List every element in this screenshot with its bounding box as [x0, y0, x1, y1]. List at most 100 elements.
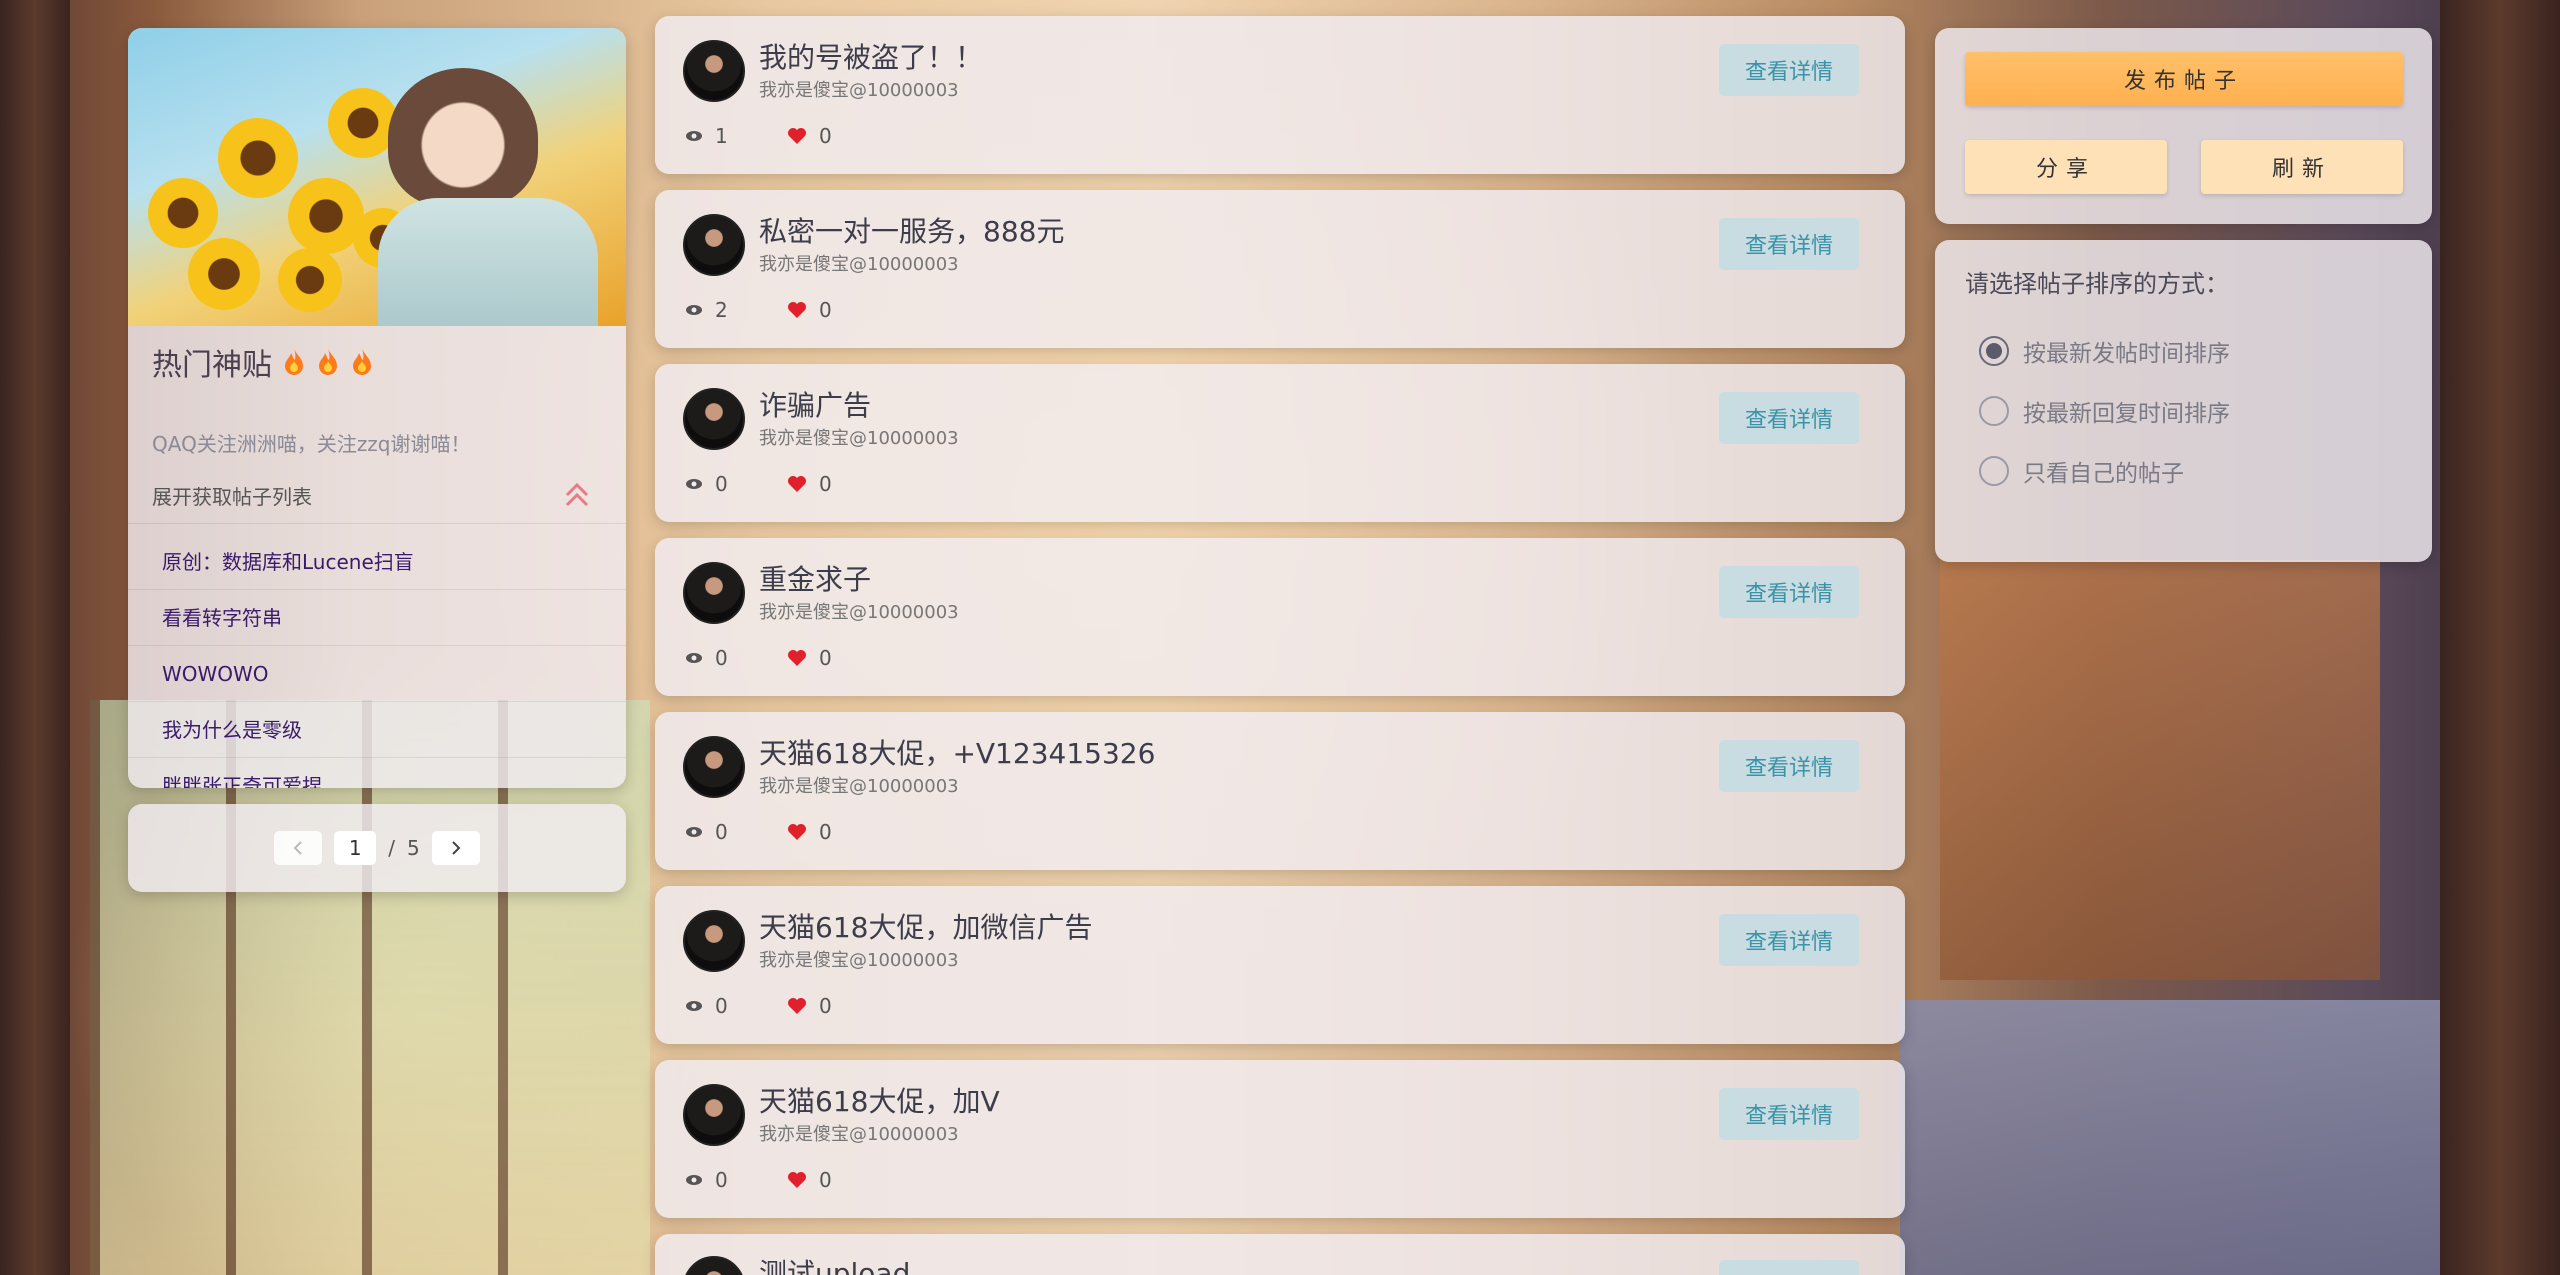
post-card: 天猫618大促，+V123415326 我亦是傻宝@10000003 0 0 查… [655, 712, 1905, 870]
view-detail-button[interactable]: 查看详情 [1719, 44, 1859, 96]
publish-post-button[interactable]: 发布帖子 [1965, 52, 2403, 106]
heart-icon[interactable] [787, 301, 807, 319]
current-page[interactable]: 1 [334, 831, 377, 865]
sort-title: 请选择帖子排序的方式： [1965, 270, 2229, 298]
view-detail-button[interactable]: 查看详情 [1719, 392, 1859, 444]
sort-option-label: 按最新回复时间排序 [2023, 401, 2230, 427]
post-card: 测试upload 查看详情 [655, 1234, 1905, 1275]
post-card: 私密一对一服务，888元 我亦是傻宝@10000003 2 0 查看详情 [655, 190, 1905, 348]
pagination: 1 / 5 [128, 804, 626, 892]
hot-post-item[interactable]: 我为什么是零级 [128, 702, 626, 758]
like-count-value: 0 [819, 472, 832, 496]
sort-options-card: 请选择帖子排序的方式： 按最新发帖时间排序 按最新回复时间排序 只看自己的帖子 [1935, 240, 2432, 562]
view-detail-button[interactable]: 查看详情 [1719, 740, 1859, 792]
like-count-value: 0 [819, 124, 832, 148]
avatar[interactable] [683, 736, 745, 798]
hot-title-text: 热门神贴 [152, 348, 272, 383]
view-detail-button[interactable]: 查看详情 [1719, 1260, 1859, 1275]
hot-post-item[interactable]: 原创：数据库和Lucene扫盲 [128, 534, 626, 590]
background-pillar-right [2440, 0, 2560, 1275]
heart-icon[interactable] [787, 997, 807, 1015]
refresh-button[interactable]: 刷新 [2201, 140, 2403, 194]
hot-post-item[interactable]: WOWOWO [128, 646, 626, 702]
sort-option-newest-post[interactable]: 按最新发帖时间排序 [1979, 334, 2230, 368]
view-count-value: 1 [715, 124, 728, 148]
sort-option-newest-reply[interactable]: 按最新回复时间排序 [1979, 394, 2230, 428]
post-title[interactable]: 天猫618大促，+V123415326 [759, 732, 1155, 772]
post-title[interactable]: 测试upload [759, 1252, 910, 1275]
double-chevron-up-icon [565, 482, 589, 506]
sort-option-own-posts[interactable]: 只看自己的帖子 [1979, 454, 2184, 488]
post-author: 我亦是傻宝@10000003 [759, 428, 959, 449]
view-detail-button[interactable]: 查看详情 [1719, 1088, 1859, 1140]
page-separator: / [388, 836, 395, 860]
view-count: 0 [685, 820, 728, 844]
view-count-value: 0 [715, 994, 728, 1018]
chevron-left-icon [293, 841, 302, 855]
hot-post-item[interactable]: 胖胖张正奇可爱捏 [128, 758, 626, 788]
like-count-value: 0 [819, 298, 832, 322]
expand-label: 展开获取帖子列表 [152, 485, 312, 509]
view-count: 0 [685, 472, 728, 496]
heart-icon[interactable] [787, 1171, 807, 1189]
heart-icon[interactable] [787, 475, 807, 493]
eye-icon [686, 1175, 702, 1185]
expand-post-list-toggle[interactable]: 展开获取帖子列表 [128, 468, 626, 524]
post-author: 我亦是傻宝@10000003 [759, 776, 959, 797]
post-title[interactable]: 天猫618大促，加微信广告 [759, 906, 1092, 946]
prev-page-button[interactable] [274, 831, 323, 865]
view-count: 0 [685, 646, 728, 670]
post-card: 重金求子 我亦是傻宝@10000003 0 0 查看详情 [655, 538, 1905, 696]
eye-icon [686, 827, 702, 837]
like-count-value: 0 [819, 820, 832, 844]
eye-icon [686, 131, 702, 141]
heart-icon[interactable] [787, 649, 807, 667]
like-count-value: 0 [819, 994, 832, 1018]
view-count: 1 [685, 124, 728, 148]
chevron-right-icon [452, 841, 461, 855]
post-card: 天猫618大促，加V 我亦是傻宝@10000003 0 0 查看详情 [655, 1060, 1905, 1218]
post-card: 天猫618大促，加微信广告 我亦是傻宝@10000003 0 0 查看详情 [655, 886, 1905, 1044]
background-pillar-left [0, 0, 70, 1275]
view-count: 2 [685, 298, 728, 322]
total-pages: 5 [407, 836, 420, 860]
view-count-value: 0 [715, 646, 728, 670]
view-detail-button[interactable]: 查看详情 [1719, 914, 1859, 966]
avatar[interactable] [683, 562, 745, 624]
avatar[interactable] [683, 1084, 745, 1146]
hot-title: 热门神贴 [152, 340, 374, 384]
hot-subtitle: QAQ关注洲洲喵，关注zzq谢谢喵！ [152, 432, 471, 456]
heart-icon[interactable] [787, 823, 807, 841]
avatar[interactable] [683, 40, 745, 102]
post-title[interactable]: 私密一对一服务，888元 [759, 210, 1064, 250]
avatar[interactable] [683, 388, 745, 450]
post-title[interactable]: 诈骗广告 [759, 384, 871, 424]
view-count: 0 [685, 1168, 728, 1192]
radio-button[interactable] [1979, 336, 2009, 366]
fire-icon [353, 348, 371, 375]
like-count: 0 [787, 298, 832, 322]
like-count: 0 [787, 472, 832, 496]
share-button[interactable]: 分享 [1965, 140, 2167, 194]
eye-icon [686, 479, 702, 489]
eye-icon [686, 653, 702, 663]
view-count: 0 [685, 994, 728, 1018]
background-shelf [1940, 560, 2380, 980]
next-page-button[interactable] [431, 831, 480, 865]
post-title[interactable]: 重金求子 [759, 558, 871, 598]
like-count: 0 [787, 820, 832, 844]
view-count-value: 0 [715, 820, 728, 844]
avatar[interactable] [683, 1256, 745, 1275]
post-title[interactable]: 我的号被盗了！！ [759, 36, 983, 76]
post-title[interactable]: 天猫618大促，加V [759, 1080, 1000, 1120]
avatar[interactable] [683, 214, 745, 276]
view-detail-button[interactable]: 查看详情 [1719, 566, 1859, 618]
radio-button[interactable] [1979, 456, 2009, 486]
hot-post-item[interactable]: 看看转字符串 [128, 590, 626, 646]
avatar[interactable] [683, 910, 745, 972]
heart-icon[interactable] [787, 127, 807, 145]
sort-option-label: 只看自己的帖子 [2023, 461, 2184, 487]
fire-icon [285, 348, 303, 375]
radio-button[interactable] [1979, 396, 2009, 426]
view-detail-button[interactable]: 查看详情 [1719, 218, 1859, 270]
